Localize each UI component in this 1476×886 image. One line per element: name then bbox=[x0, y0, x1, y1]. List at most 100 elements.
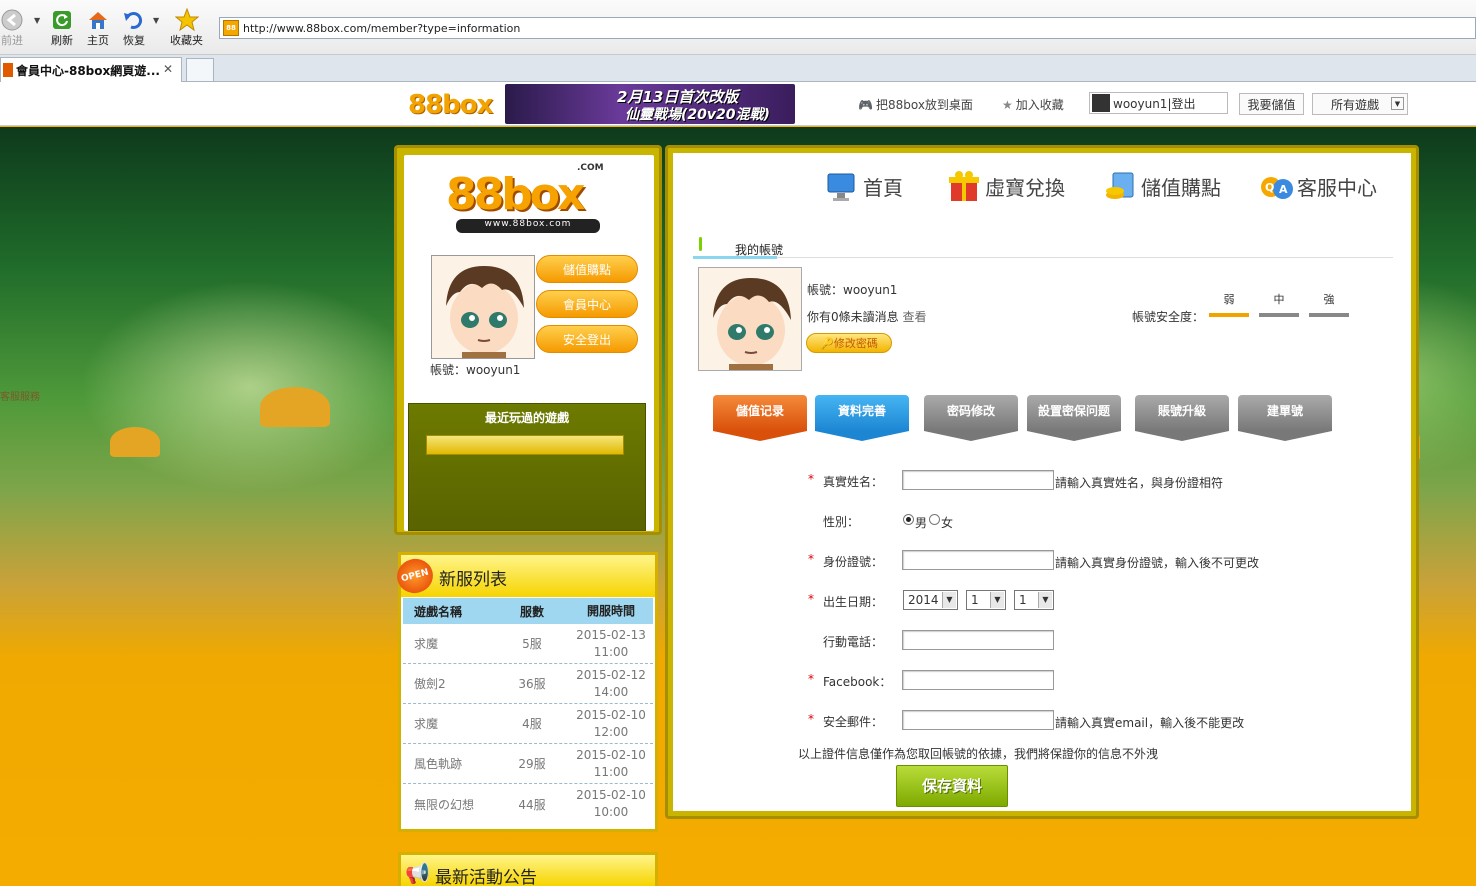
add-to-desktop-link[interactable]: 🎮 把88box放到桌面 bbox=[858, 96, 973, 113]
security-bar-weak bbox=[1209, 313, 1249, 317]
nav-home[interactable]: 首頁 bbox=[825, 169, 903, 203]
new-tab-button[interactable] bbox=[186, 58, 214, 82]
home-button[interactable]: 主页 bbox=[86, 8, 110, 48]
nav-support[interactable]: QA 客服中心 bbox=[1259, 169, 1377, 203]
realname-row: * 真實姓名： 請輸入真實姓名，與身份證相符 bbox=[808, 470, 1224, 490]
events-title: 最新活動公告 bbox=[435, 868, 537, 886]
bookmark-link[interactable]: ★ 加入收藏 bbox=[1002, 96, 1064, 113]
tab-complete-info[interactable]: 資料完善 bbox=[815, 395, 909, 441]
all-games-dropdown[interactable]: 所有遊戲 ▼ bbox=[1312, 93, 1408, 115]
open-badge-icon: OPEN bbox=[393, 554, 437, 598]
refresh-button[interactable]: 刷新 bbox=[50, 8, 74, 48]
security-level-medium: 中 bbox=[1273, 293, 1285, 306]
address-bar[interactable]: 88 http://www.88box.com/member?type=info… bbox=[219, 17, 1476, 39]
table-row[interactable]: 無限の幻想 44服 2015-02-10 10:00 bbox=[403, 784, 653, 824]
realname-input[interactable] bbox=[902, 470, 1054, 490]
deposit-button[interactable]: 儲值購點 bbox=[536, 255, 638, 283]
save-button[interactable]: 保存資料 bbox=[896, 765, 1008, 807]
favorites-button[interactable]: 收藏夹 bbox=[170, 8, 203, 48]
tab-indicator-icon bbox=[699, 237, 702, 251]
coins-icon bbox=[1103, 169, 1137, 203]
tab-account-upgrade[interactable]: 賬號升級 bbox=[1135, 395, 1229, 441]
svg-text:Q: Q bbox=[1265, 181, 1274, 194]
new-server-list: OPEN 新服列表 遊戲名稱 服數 開服時間 求魔 5服 2015-02-13 1… bbox=[393, 552, 658, 832]
tab-member-center[interactable]: 會員中心-88box網頁遊... ✕ bbox=[0, 57, 182, 82]
nav-exchange[interactable]: 虛寶兌換 bbox=[947, 169, 1065, 203]
security-level-strong: 強 bbox=[1323, 293, 1335, 306]
privacy-notice: 以上證件信息僅作為您取回帳號的依據，我們將保證你的信息不外洩 bbox=[798, 747, 1159, 761]
email-row: * 安全郵件： 請輸入真實email，輸入後不能更改 bbox=[808, 710, 1245, 730]
member-center-button[interactable]: 會員中心 bbox=[536, 290, 638, 318]
chevron-down-icon: ▼ bbox=[1391, 97, 1404, 110]
star-small-icon: ★ bbox=[1002, 97, 1013, 112]
phone-input[interactable] bbox=[902, 630, 1054, 650]
site-logo-small[interactable]: 88box bbox=[408, 90, 493, 120]
side-service-text[interactable]: 客服服務 bbox=[0, 388, 40, 403]
star-icon bbox=[174, 8, 199, 32]
anime-avatar-image bbox=[432, 256, 534, 358]
undo-icon bbox=[122, 8, 146, 32]
logout-button[interactable]: 安全登出 bbox=[536, 325, 638, 353]
new-server-table: 遊戲名稱 服數 開服時間 求魔 5服 2015-02-13 11:00 傲劍2 3… bbox=[403, 598, 653, 824]
gender-male-radio[interactable] bbox=[903, 514, 914, 525]
tab-security-question[interactable]: 設置密保问题 bbox=[1027, 395, 1121, 441]
back-button[interactable]: 前进 bbox=[0, 8, 24, 48]
birth-month-select[interactable]: 1 ▼ bbox=[966, 590, 1006, 610]
anime-avatar-image bbox=[699, 268, 801, 370]
back-dropdown-icon[interactable]: ▼ bbox=[34, 16, 40, 25]
birth-year-select[interactable]: 2014 ▼ bbox=[903, 590, 958, 610]
site-logo-large[interactable]: 88box bbox=[446, 169, 585, 220]
new-server-header: OPEN 新服列表 bbox=[393, 554, 655, 598]
view-messages-link[interactable]: 查看 bbox=[902, 310, 926, 324]
phone-row: 行動電話： bbox=[673, 630, 1373, 652]
restore-dropdown-icon[interactable]: ▼ bbox=[153, 16, 159, 25]
nav-store[interactable]: 儲值購點 bbox=[1103, 169, 1221, 203]
table-row[interactable]: 傲劍2 36服 2015-02-12 14:00 bbox=[403, 664, 653, 704]
facebook-input[interactable] bbox=[902, 670, 1054, 690]
chevron-down-icon: ▼ bbox=[1038, 592, 1052, 608]
back-arrow-icon bbox=[0, 8, 24, 32]
facebook-row: * Facebook： bbox=[673, 670, 1373, 692]
gamepad-icon: 🎮 bbox=[858, 97, 873, 112]
tab-bar: 會員中心-88box網頁遊... ✕ bbox=[0, 55, 1476, 82]
tab-create-ticket[interactable]: 建單號 bbox=[1238, 395, 1332, 441]
chevron-down-icon: ▼ bbox=[942, 592, 956, 608]
recent-game-slot[interactable] bbox=[426, 435, 624, 455]
user-logout-box[interactable]: wooyun1|登出 bbox=[1089, 92, 1228, 114]
home-icon bbox=[86, 8, 110, 32]
site-topbar: 88box 2月13日首次改版 仙靈戰場(20v20混戰) 🎮 把88box放到… bbox=[0, 82, 1476, 126]
logo-com-text: .COM bbox=[577, 163, 604, 173]
qa-icon: QA bbox=[1259, 169, 1293, 203]
tab-deposit-records[interactable]: 儲值记录 bbox=[713, 395, 807, 441]
browser-toolbar: 前进 ▼ 刷新 主页 恢复 ▼ 收藏夹 88 http://www.88box.… bbox=[0, 0, 1476, 55]
table-row[interactable]: 風色軌跡 29服 2015-02-10 11:00 bbox=[403, 744, 653, 784]
recent-games-title: 最近玩過的遊戲 bbox=[484, 411, 569, 425]
security-bar-medium bbox=[1259, 313, 1299, 317]
birth-row: * 出生日期： 2014 ▼ 1 ▼ 1 ▼ bbox=[673, 590, 1373, 612]
monitor-icon bbox=[825, 169, 859, 203]
table-header: 遊戲名稱 服數 開服時間 bbox=[403, 598, 653, 624]
gender-row: 性別： 男 女 bbox=[823, 514, 954, 530]
logo-url-text: www.88box.com bbox=[456, 219, 600, 233]
email-input[interactable] bbox=[902, 710, 1054, 730]
table-row[interactable]: 求魔 5服 2015-02-13 11:00 bbox=[403, 624, 653, 664]
gender-female-radio[interactable] bbox=[929, 514, 940, 525]
birth-day-select[interactable]: 1 ▼ bbox=[1014, 590, 1054, 610]
id-number-input[interactable] bbox=[902, 550, 1054, 570]
promo-banner[interactable]: 2月13日首次改版 仙靈戰場(20v20混戰) bbox=[505, 84, 795, 124]
tab-favicon bbox=[3, 63, 13, 77]
gift-icon bbox=[947, 169, 981, 203]
table-row[interactable]: 求魔 4服 2015-02-10 12:00 bbox=[403, 704, 653, 744]
restore-button[interactable]: 恢复 bbox=[122, 8, 146, 48]
site-favicon: 88 bbox=[223, 20, 239, 36]
deposit-top-button[interactable]: 我要儲值 bbox=[1239, 93, 1304, 115]
active-tab-underline bbox=[693, 256, 777, 259]
tab-change-password[interactable]: 密码修改 bbox=[924, 395, 1018, 441]
message-line: 你有0條未讀消息 查看 bbox=[807, 310, 927, 324]
url-text: http://www.88box.com/member?type=informa… bbox=[243, 21, 521, 35]
user-avatar-small bbox=[1092, 94, 1110, 112]
change-password-button[interactable]: 🔑修改密碼 bbox=[806, 333, 892, 353]
left-profile-panel: 88box .COM www.88box.com 儲值購點 會員中心 安全登出 … bbox=[394, 145, 662, 535]
close-tab-icon[interactable]: ✕ bbox=[163, 62, 173, 76]
avatar bbox=[431, 255, 535, 359]
